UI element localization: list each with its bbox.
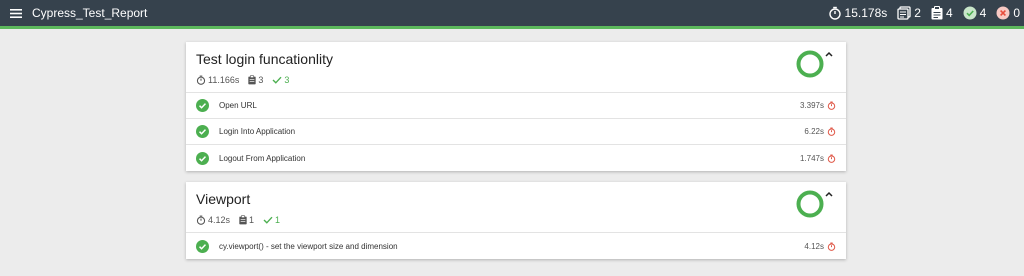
hamburger-menu-icon[interactable] <box>2 0 30 26</box>
suite-card: Viewport 4.12s 1 1 cy.viewport() - set t… <box>186 182 846 259</box>
suite-test-count-value: 1 <box>249 215 255 225</box>
pass-check-icon <box>196 125 209 138</box>
suite-test-count-value: 3 <box>258 75 264 85</box>
clipboard-icon <box>239 215 247 225</box>
test-title: Logout From Application <box>219 153 306 163</box>
suite-pass-count: 1 <box>263 215 280 225</box>
fail-circle-icon <box>996 6 1010 20</box>
stat-failures-value: 0 <box>1013 6 1020 20</box>
suite-duration: 4.12s <box>196 215 230 225</box>
stat-duration-value: 15.178s <box>844 6 888 20</box>
suite-test-count: 1 <box>239 215 254 225</box>
stat-suites-value: 2 <box>914 6 921 20</box>
test-duration: 6.22s <box>804 127 824 136</box>
app-title: Cypress_Test_Report <box>32 6 148 20</box>
suite-title: Viewport <box>196 191 251 207</box>
suite-duration: 11.166s <box>196 75 239 85</box>
suite-pass-count-value: 3 <box>284 75 290 85</box>
test-duration: 1.747s <box>799 153 824 163</box>
check-icon <box>263 216 273 224</box>
check-icon <box>272 76 282 84</box>
test-title: Login Into Application <box>219 127 296 136</box>
summary-stats: 15.178s 2 4 4 0 <box>828 0 1020 26</box>
suite-card: Test login funcationlity 11.166s 3 3 Ope… <box>186 42 846 171</box>
test-title: Open URL <box>219 101 257 110</box>
status-line <box>0 26 1024 29</box>
pass-check-icon <box>196 99 209 112</box>
test-row[interactable]: cy.viewport() - set the viewport size an… <box>186 233 846 259</box>
timer-icon <box>827 242 836 251</box>
suite-title: Test login funcationlity <box>196 51 333 67</box>
test-title: cy.viewport() - set the viewport size an… <box>219 241 398 251</box>
suite-pass-count: 3 <box>272 75 289 85</box>
check-circle-icon <box>963 6 977 20</box>
suite-header[interactable]: Test login funcationlity 11.166s 3 3 <box>186 42 846 93</box>
timer-icon <box>827 154 836 163</box>
stat-passes-value: 4 <box>979 6 987 20</box>
suites-icon <box>897 6 911 20</box>
pass-rate-donut <box>796 50 824 78</box>
test-duration: 3.397s <box>799 101 824 110</box>
clipboard-icon <box>248 75 257 85</box>
stat-duration[interactable]: 15.178s <box>828 6 888 20</box>
suite-meta: 4.12s 1 1 <box>196 214 836 226</box>
navbar: Cypress_Test_Report 15.178s 2 4 4 0 <box>0 0 1024 26</box>
suite-header[interactable]: Viewport 4.12s 1 1 <box>186 182 846 233</box>
test-duration: 4.12s <box>804 241 824 251</box>
pass-check-icon <box>196 239 209 253</box>
suite-meta: 11.166s 3 3 <box>196 74 836 86</box>
test-list: Open URL 3.397s Login Into Application 6… <box>186 93 846 171</box>
test-row[interactable]: Login Into Application 6.22s <box>186 119 846 145</box>
clipboard-icon <box>931 6 943 20</box>
collapse-chevron-icon[interactable] <box>824 190 834 198</box>
pass-rate-donut <box>796 190 824 218</box>
timer-icon <box>827 127 836 136</box>
stopwatch-icon <box>196 215 206 225</box>
stat-failures[interactable]: 0 <box>996 6 1020 20</box>
suite-duration-value: 4.12s <box>208 215 231 225</box>
stat-tests-value: 4 <box>945 6 953 20</box>
suite-duration-value: 11.166s <box>208 75 240 85</box>
stat-passes[interactable]: 4 <box>963 6 987 20</box>
collapse-chevron-icon[interactable] <box>824 50 834 58</box>
suite-pass-count-value: 1 <box>275 215 281 225</box>
pass-check-icon <box>196 151 209 165</box>
stat-suites[interactable]: 2 <box>897 6 921 20</box>
test-list: cy.viewport() - set the viewport size an… <box>186 233 846 259</box>
timer-icon <box>827 101 836 110</box>
suite-test-count: 3 <box>248 75 263 85</box>
stat-tests[interactable]: 4 <box>931 6 953 20</box>
stopwatch-icon <box>196 75 206 85</box>
test-row[interactable]: Logout From Application 1.747s <box>186 145 846 171</box>
test-row[interactable]: Open URL 3.397s <box>186 93 846 119</box>
stopwatch-icon <box>828 6 841 20</box>
